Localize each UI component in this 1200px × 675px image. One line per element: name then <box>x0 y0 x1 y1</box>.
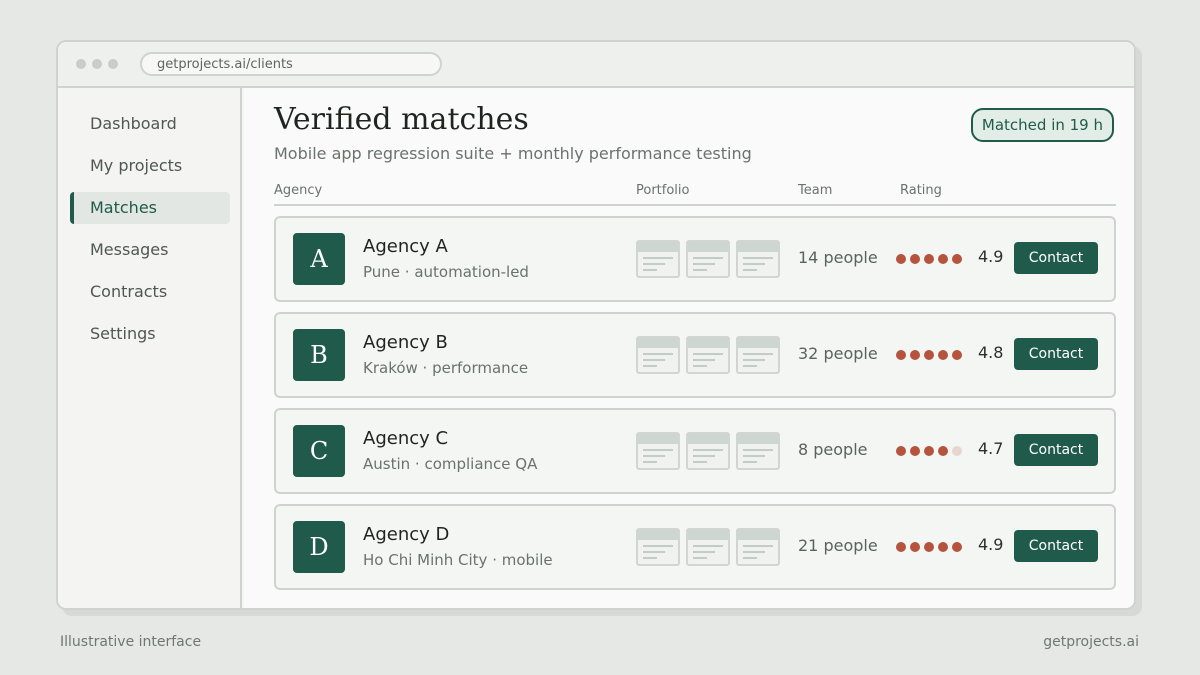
rating-dot-icon <box>924 446 934 456</box>
footer-brand: getprojects.ai <box>1043 634 1139 650</box>
agency-row[interactable]: B Agency B Kraków · performance 32 people 4.… <box>274 312 1116 398</box>
sidebar: Dashboard My projects Matches Messages C… <box>58 88 242 608</box>
agency-row[interactable]: A Agency A Pune · automation-led 14 people 4… <box>274 216 1116 302</box>
contact-button[interactable]: Contact <box>1014 434 1098 466</box>
agency-avatar: B <box>293 329 345 381</box>
header-divider <box>274 204 1116 206</box>
window-dot-icon[interactable] <box>76 59 86 69</box>
portfolio-thumbnail[interactable] <box>686 240 730 278</box>
window-dot-icon[interactable] <box>108 59 118 69</box>
rating-dots <box>896 350 966 362</box>
rating-dots <box>896 446 966 458</box>
rating-dot-icon <box>938 254 948 264</box>
agency-location-specialty: Kraków · performance <box>363 359 529 377</box>
sidebar-item-dashboard[interactable]: Dashboard <box>70 108 230 140</box>
rating-score: 4.8 <box>978 343 1004 362</box>
portfolio-thumbnail[interactable] <box>736 336 780 374</box>
rating-dots <box>896 542 966 554</box>
browser-titlebar: getprojects.ai/clients <box>58 42 1134 88</box>
portfolio-thumbnail[interactable] <box>686 336 730 374</box>
rating-dot-icon <box>952 350 962 360</box>
page-subtitle: Mobile app regression suite + monthly pe… <box>274 144 752 163</box>
team-size: 21 people <box>798 536 878 555</box>
contact-button[interactable]: Contact <box>1014 338 1098 370</box>
column-header-team: Team <box>798 183 833 198</box>
rating-score: 4.9 <box>978 247 1004 266</box>
browser-window: getprojects.ai/clients Dashboard My proj… <box>56 40 1136 610</box>
rating-dot-icon <box>938 446 948 456</box>
rating-dot-icon <box>910 446 920 456</box>
agency-name[interactable]: Agency A <box>363 236 448 257</box>
match-time-badge: Matched in 19 h <box>970 108 1114 142</box>
team-size: 32 people <box>798 344 878 363</box>
agency-name[interactable]: Agency C <box>363 428 448 449</box>
contact-button[interactable]: Contact <box>1014 530 1098 562</box>
window-dot-icon[interactable] <box>92 59 102 69</box>
page-title: Verified matches <box>274 102 529 137</box>
column-header-portfolio: Portfolio <box>636 183 690 198</box>
rating-dot-icon <box>938 542 948 552</box>
rating-dot-icon <box>896 254 906 264</box>
column-header-agency: Agency <box>274 183 323 198</box>
sidebar-item-messages[interactable]: Messages <box>70 234 230 266</box>
rating-dot-icon <box>952 446 962 456</box>
rating-dot-icon <box>910 254 920 264</box>
rating-dot-icon <box>910 350 920 360</box>
team-size: 8 people <box>798 440 868 459</box>
rating-dot-icon <box>910 542 920 552</box>
agency-row[interactable]: D Agency D Ho Chi Minh City · mobile 21 peo… <box>274 504 1116 590</box>
main-panel: Verified matches Mobile app regression s… <box>244 88 1134 608</box>
sidebar-item-settings[interactable]: Settings <box>70 318 230 350</box>
rating-score: 4.7 <box>978 439 1004 458</box>
agency-location-specialty: Ho Chi Minh City · mobile <box>363 551 553 569</box>
portfolio-thumbnail[interactable] <box>686 432 730 470</box>
portfolio-thumbnail[interactable] <box>736 432 780 470</box>
sidebar-item-matches[interactable]: Matches <box>70 192 230 224</box>
rating-dot-icon <box>952 254 962 264</box>
rating-dot-icon <box>896 542 906 552</box>
agency-avatar: C <box>293 425 345 477</box>
portfolio-thumbnail[interactable] <box>636 336 680 374</box>
agency-row[interactable]: C Agency C Austin · compliance QA 8 people 4… <box>274 408 1116 494</box>
rating-dot-icon <box>952 542 962 552</box>
contact-button[interactable]: Contact <box>1014 242 1098 274</box>
portfolio-thumbnail[interactable] <box>636 528 680 566</box>
sidebar-item-my-projects[interactable]: My projects <box>70 150 230 182</box>
footer-note: Illustrative interface <box>60 634 202 650</box>
agency-name[interactable]: Agency D <box>363 524 449 545</box>
address-bar[interactable]: getprojects.ai/clients <box>140 52 442 76</box>
agency-location-specialty: Austin · compliance QA <box>363 455 538 473</box>
portfolio-thumbnail[interactable] <box>636 240 680 278</box>
rating-dot-icon <box>924 350 934 360</box>
sidebar-item-contracts[interactable]: Contracts <box>70 276 230 308</box>
portfolio-thumbnail[interactable] <box>636 432 680 470</box>
agency-name[interactable]: Agency B <box>363 332 448 353</box>
team-size: 14 people <box>798 248 878 267</box>
portfolio-thumbnail[interactable] <box>736 240 780 278</box>
agency-avatar: D <box>293 521 345 573</box>
rating-dots <box>896 254 966 266</box>
rating-dot-icon <box>924 254 934 264</box>
rating-dot-icon <box>896 446 906 456</box>
column-header-rating: Rating <box>900 183 942 198</box>
portfolio-thumbnail[interactable] <box>736 528 780 566</box>
portfolio-thumbnail[interactable] <box>686 528 730 566</box>
rating-dot-icon <box>896 350 906 360</box>
rating-dot-icon <box>924 542 934 552</box>
agency-location-specialty: Pune · automation-led <box>363 263 529 281</box>
rating-dot-icon <box>938 350 948 360</box>
agency-avatar: A <box>293 233 345 285</box>
rating-score: 4.9 <box>978 535 1004 554</box>
